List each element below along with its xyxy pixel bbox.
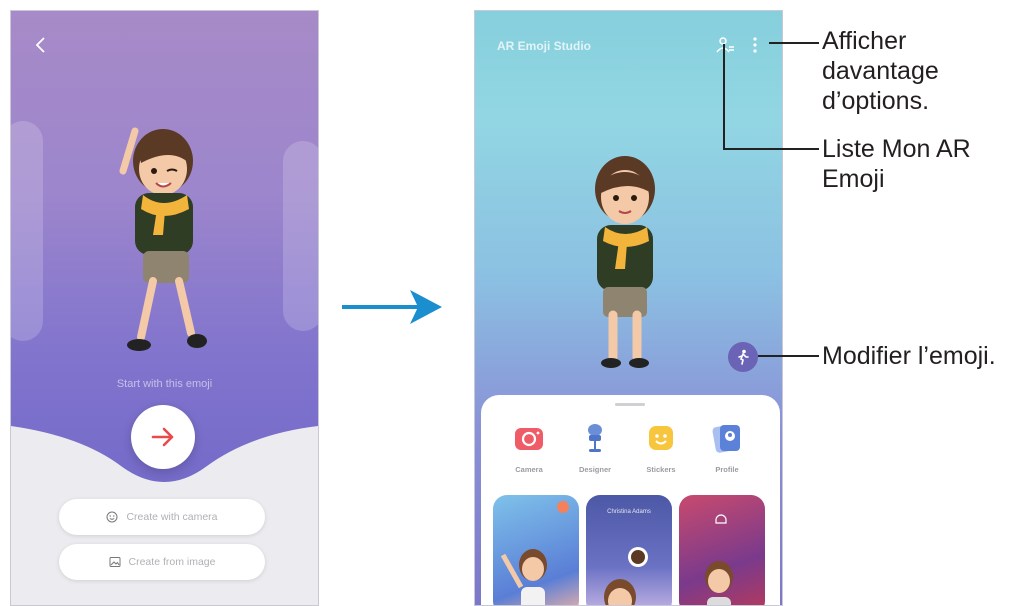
camera-icon: [515, 428, 543, 450]
bottom-sheet: Camera Designer Stickers Profile Christi…: [481, 395, 780, 605]
designer-icon: [588, 424, 602, 452]
thumbnail-avatar: [604, 547, 648, 605]
template-thumbnail-2[interactable]: Christina Adams: [586, 495, 672, 605]
avatar-figure: [119, 127, 207, 351]
sheet-handle[interactable]: [615, 403, 645, 406]
back-button[interactable]: [29, 33, 53, 57]
category-label: Camera: [515, 465, 543, 474]
callout-line-2: Emoji: [822, 165, 885, 193]
callout-line-list-horizontal: [723, 148, 819, 150]
image-icon: [109, 557, 121, 567]
ghost-avatar-left: [11, 121, 43, 341]
create-from-image-label: Create from image: [128, 556, 216, 568]
create-from-image-button[interactable]: Create from image: [59, 544, 265, 580]
callout-edit-emoji: Modifier l’emoji.: [822, 342, 996, 370]
more-options-button[interactable]: [743, 33, 767, 57]
ghost-avatar-right: [283, 141, 318, 331]
person-walk-icon: [738, 349, 749, 365]
create-with-camera-label: Create with camera: [126, 511, 218, 523]
callout-line-list-vertical: [723, 44, 725, 150]
template-thumbnail-1[interactable]: [493, 495, 579, 605]
category-profile[interactable]: Profile: [697, 421, 757, 474]
category-designer[interactable]: Designer: [565, 421, 625, 474]
edit-emoji-button[interactable]: [728, 342, 758, 372]
thumbnail-avatar: [705, 514, 733, 605]
emoji-start-screen: Start with this emoji Create with camera…: [10, 10, 319, 606]
callout-my-emoji-list: Liste Mon AR Emoji: [822, 134, 971, 194]
template-thumbnail-3[interactable]: [679, 495, 765, 605]
callout-line-3: d’options.: [822, 87, 930, 115]
callout-line-1: Afficher: [822, 27, 907, 55]
smile-icon: [106, 511, 118, 523]
ar-emoji-studio-screen: AR Emoji Studio Camera Designer Stickers…: [474, 10, 783, 606]
category-camera[interactable]: Camera: [499, 421, 559, 474]
chevron-left-icon: [35, 37, 45, 53]
create-with-camera-button[interactable]: Create with camera: [59, 499, 265, 535]
sticker-icon: [649, 426, 673, 450]
more-vertical-icon: [753, 37, 757, 53]
callout-line-1: Liste Mon AR: [822, 135, 971, 163]
category-label: Profile: [715, 465, 739, 474]
callout-line-edit: [758, 355, 819, 357]
arrow-right-icon: [151, 427, 174, 447]
thumbnail-avatar: [500, 501, 569, 605]
avatar-figure-standing: [595, 156, 655, 368]
category-label: Designer: [578, 465, 612, 474]
my-emoji-list-button[interactable]: [713, 33, 737, 57]
callout-line-2: davantage: [822, 57, 939, 85]
person-list-icon: [716, 37, 734, 53]
callout-more-options: Afficher davantage d’options.: [822, 26, 939, 116]
transition-arrow-icon: [342, 290, 442, 324]
category-label: Stickers: [646, 465, 676, 474]
profile-card-icon: [712, 425, 740, 453]
callout-line-more-options: [769, 42, 819, 44]
app-title: AR Emoji Studio: [497, 39, 591, 53]
start-hint-text: Start with this emoji: [116, 378, 213, 390]
start-next-button[interactable]: [131, 405, 195, 469]
category-stickers[interactable]: Stickers: [631, 421, 691, 474]
